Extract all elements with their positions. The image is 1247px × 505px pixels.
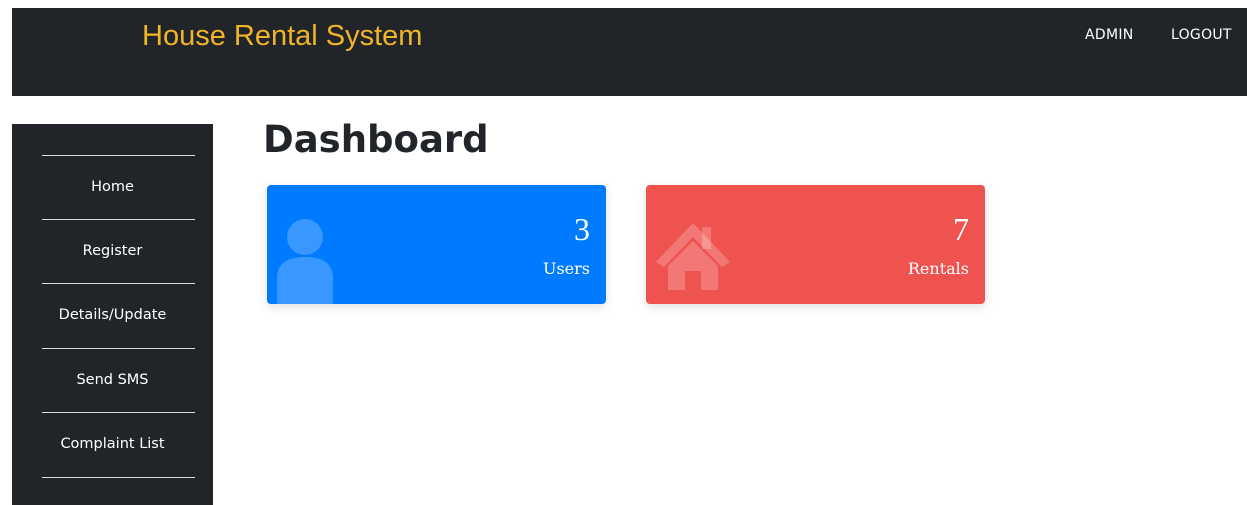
sidebar-item-complaint-list[interactable]: Complaint List [12, 413, 213, 475]
sidebar-item-details-update[interactable]: Details/Update [12, 284, 213, 346]
users-count: 3 [574, 211, 590, 247]
rentals-label: Rentals [907, 259, 969, 278]
sidebar-item-register[interactable]: Register [12, 220, 213, 282]
top-navbar: House Rental System ADMIN LOGOUT [12, 8, 1247, 96]
house-icon [656, 223, 730, 290]
sidebar-item-home[interactable]: Home [12, 156, 213, 218]
sidebar-divider [42, 477, 195, 478]
brand-link[interactable]: House Rental System [142, 20, 422, 53]
nav-logout-link[interactable]: LOGOUT [1171, 27, 1232, 43]
page-title: Dashboard [263, 118, 489, 161]
rentals-card[interactable]: 7 Rentals [646, 185, 985, 304]
nav-admin-link[interactable]: ADMIN [1085, 27, 1134, 43]
sidebar: Home Register Details/Update Send SMS Co… [12, 124, 213, 505]
user-icon [277, 219, 333, 304]
users-card[interactable]: 3 Users [267, 185, 606, 304]
rentals-count: 7 [953, 211, 969, 247]
users-label: Users [542, 259, 590, 278]
sidebar-item-send-sms[interactable]: Send SMS [12, 349, 213, 411]
